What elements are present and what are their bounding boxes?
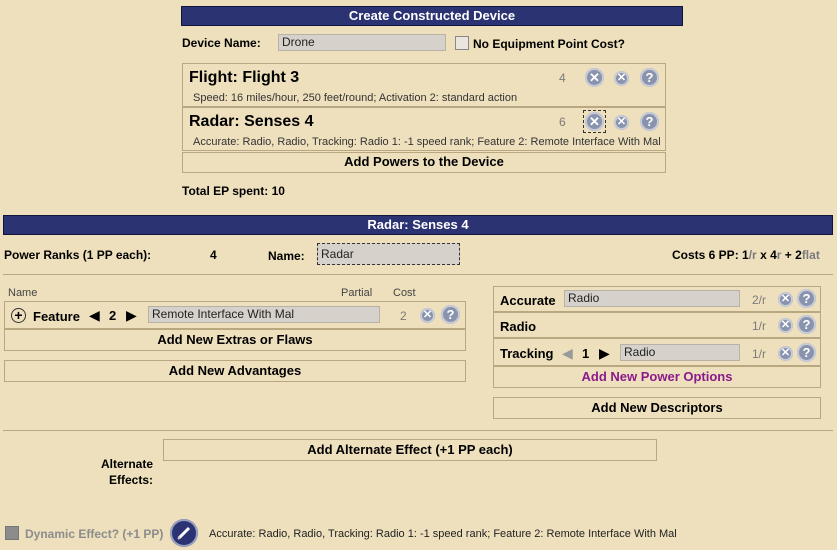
power-ranks-label: Power Ranks (1 PP each):: [4, 248, 152, 262]
power-description: Speed: 16 miles/hour, 250 feet/round; Ac…: [193, 92, 518, 104]
add-extras-button[interactable]: Add New Extras or Flaws: [4, 329, 466, 351]
help-icon[interactable]: ?: [640, 112, 659, 131]
power-title: Flight: Flight 3: [189, 69, 300, 86]
divider: [3, 274, 833, 275]
help-icon[interactable]: ?: [797, 289, 816, 308]
edit-description-pen-icon[interactable]: [170, 519, 198, 547]
modifier-cost: 2: [400, 309, 407, 323]
costs-flat-unit: flat: [801, 248, 820, 262]
power-ranks-value[interactable]: 4: [210, 248, 217, 262]
help-icon[interactable]: ?: [797, 343, 816, 362]
costs-times: x: [756, 248, 771, 262]
divider: [3, 430, 833, 431]
delete-option-icon[interactable]: ✕: [778, 345, 793, 361]
option-value-input[interactable]: Radio: [564, 290, 740, 307]
add-advantages-button[interactable]: Add New Advantages: [4, 360, 466, 382]
alternate-effects-label: Alternate: [100, 457, 153, 471]
expand-plus-icon[interactable]: +: [11, 308, 26, 323]
edit-power-icon[interactable]: ✕: [585, 112, 604, 131]
add-power-options-button[interactable]: Add New Power Options: [493, 366, 821, 388]
delete-modifier-icon[interactable]: ✕: [420, 307, 435, 323]
power-title: Radar: Senses 4: [189, 113, 314, 130]
device-header: Create Constructed Device: [181, 6, 683, 26]
delete-option-icon[interactable]: ✕: [778, 317, 793, 333]
power-costs-summary: Costs 6 PP: 1/r x 4r + 2flat: [672, 248, 820, 262]
col-partial-header: Partial: [341, 287, 373, 299]
modifier-row-feature: + Feature ◀ 2 ▶ Remote Interface With Ma…: [4, 301, 466, 329]
decrease-rank-icon[interactable]: ◀: [562, 346, 573, 360]
costs-per-rank: 1: [742, 248, 749, 262]
costs-ranks: 4: [770, 248, 777, 262]
power-name-input[interactable]: Radar: [317, 243, 460, 265]
pen-icon: [177, 526, 191, 540]
delete-power-icon[interactable]: ✕: [614, 70, 629, 86]
option-cost: 1/r: [752, 347, 767, 361]
power-description: Accurate: Radio, Radio, Tracking: Radio …: [193, 136, 661, 148]
add-powers-button[interactable]: Add Powers to the Device: [182, 152, 666, 173]
increase-rank-icon[interactable]: ▶: [126, 308, 137, 322]
option-value-input[interactable]: Radio: [620, 344, 740, 361]
option-cost: 2/r: [752, 293, 767, 307]
modifier-value-input[interactable]: Remote Interface With Mal: [148, 306, 380, 323]
power-header: Radar: Senses 4: [3, 215, 833, 235]
costs-flat-value: 2: [795, 248, 802, 262]
power-entry-radar[interactable]: Radar: Senses 4 6 ✕ ✕ ? Accurate: Radio,…: [182, 107, 666, 151]
power-cost: 6: [559, 115, 566, 129]
col-cost-header: Cost: [393, 287, 416, 299]
device-name-label: Device Name:: [182, 36, 261, 50]
increase-rank-icon[interactable]: ▶: [599, 346, 610, 360]
alternate-effects-label: Effects:: [108, 473, 153, 487]
costs-per-rank-unit: /r: [748, 248, 757, 262]
option-label: Radio: [500, 319, 537, 334]
option-cost: 1/r: [752, 319, 767, 333]
help-icon[interactable]: ?: [640, 68, 659, 87]
option-label: Tracking: [500, 346, 554, 361]
modifier-name: Feature: [33, 309, 80, 324]
dynamic-effect-label: Dynamic Effect? (+1 PP): [25, 527, 164, 541]
option-row-tracking: Tracking ◀ 1 ▶ Radio 1/r ✕ ?: [493, 338, 821, 366]
option-row-accurate: Accurate Radio 2/r ✕ ?: [493, 286, 821, 312]
total-ep: Total EP spent: 10: [182, 184, 285, 198]
edit-power-icon[interactable]: ✕: [585, 68, 604, 87]
device-name-input[interactable]: Drone: [278, 34, 446, 51]
power-name-label: Name:: [268, 249, 305, 263]
option-label: Accurate: [500, 293, 556, 308]
costs-prefix: Costs 6 PP:: [672, 248, 739, 262]
costs-plus: +: [781, 248, 796, 262]
help-icon[interactable]: ?: [797, 315, 816, 334]
option-row-radio: Radio 1/r ✕ ?: [493, 312, 821, 338]
delete-option-icon[interactable]: ✕: [778, 291, 793, 307]
option-rank[interactable]: 1: [582, 346, 589, 361]
decrease-rank-icon[interactable]: ◀: [89, 308, 100, 322]
power-summary: Accurate: Radio, Radio, Tracking: Radio …: [209, 528, 677, 540]
col-name-header: Name: [8, 287, 38, 299]
no-ep-label: No Equipment Point Cost?: [473, 37, 625, 51]
delete-power-icon[interactable]: ✕: [614, 114, 629, 130]
power-entry-flight[interactable]: Flight: Flight 3 4 ✕ ✕ ? Speed: 16 miles…: [182, 63, 666, 107]
modifier-rank[interactable]: 2: [109, 308, 116, 323]
help-icon[interactable]: ?: [441, 305, 460, 324]
add-alternate-effect-button[interactable]: Add Alternate Effect (+1 PP each): [163, 439, 657, 461]
no-ep-checkbox[interactable]: [455, 36, 469, 50]
add-descriptors-button[interactable]: Add New Descriptors: [493, 397, 821, 419]
power-cost: 4: [559, 71, 566, 85]
dynamic-effect-checkbox[interactable]: [5, 526, 19, 540]
